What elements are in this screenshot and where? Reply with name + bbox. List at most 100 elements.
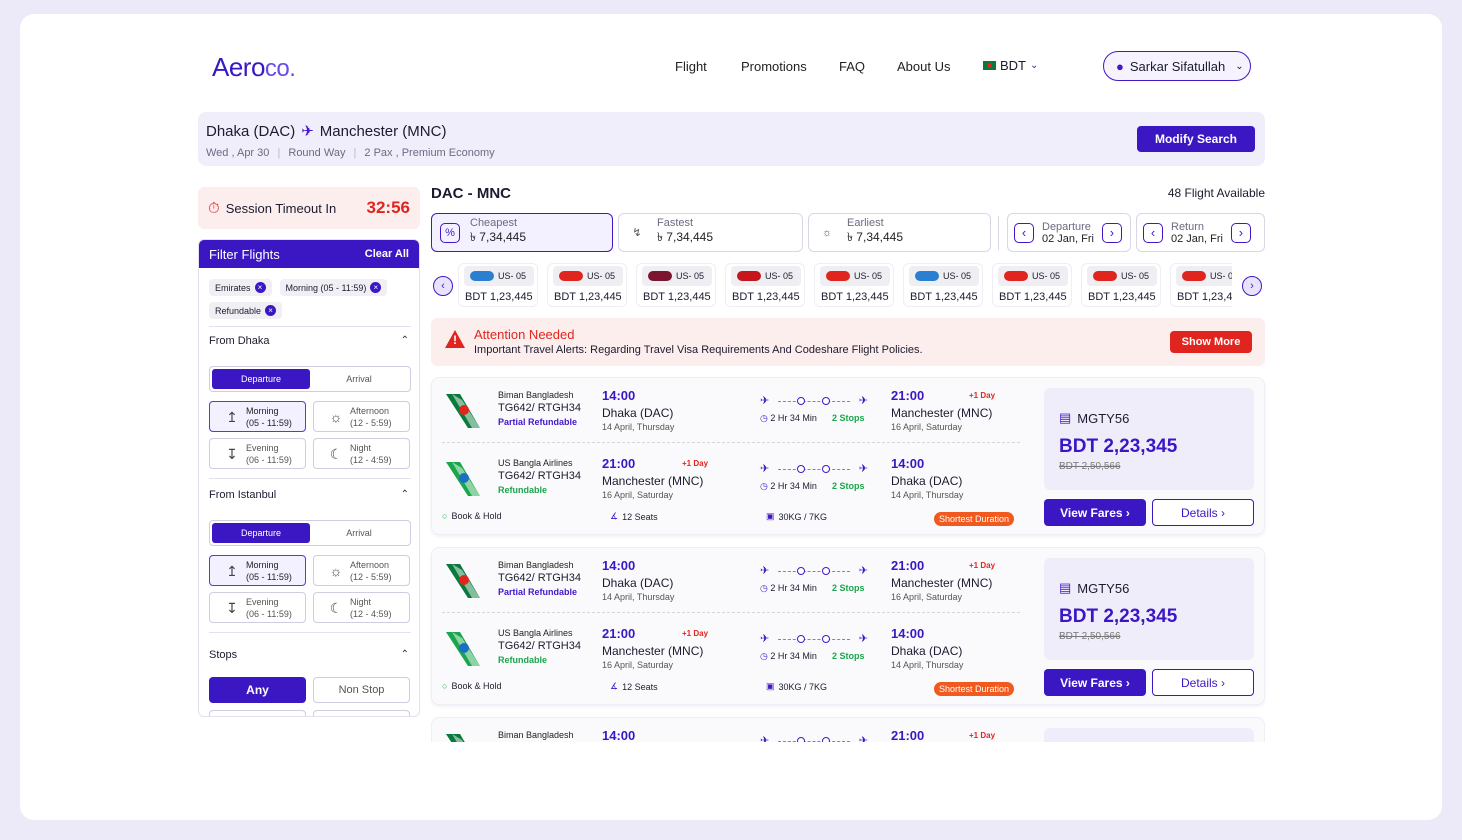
- slot-range: (05 - 11:59): [246, 571, 292, 582]
- airline-logo-icon: [559, 271, 583, 281]
- slot-afternoon[interactable]: ☼ Afternoon (12 - 5:59): [313, 401, 410, 432]
- slot-range: (06 - 11:59): [246, 608, 292, 619]
- airline-price-card[interactable]: US- 05 BDT 1,23,445: [903, 263, 983, 307]
- button-label: View Fares: [1060, 505, 1123, 520]
- filter-chip[interactable]: Emirates ×: [209, 279, 272, 296]
- takeoff-icon: ✈: [760, 565, 770, 577]
- nav-faq[interactable]: FAQ: [839, 59, 865, 74]
- sort-fastest[interactable]: ↯ Fastest ৳ 7,34,445: [618, 213, 803, 252]
- plus-day-badge: +1 Day: [969, 561, 996, 570]
- section-from-istanbul[interactable]: From Istanbul ⌃: [209, 489, 409, 501]
- airline-tag: US- 05: [1087, 266, 1157, 286]
- flight-leg: Biman Bangladesh TG642/ RTGH34 Partial Ref…: [432, 552, 1032, 614]
- currency-selector[interactable]: BDT ⌄: [983, 58, 1038, 73]
- airline-price-strip: US- 05 BDT 1,23,445 US- 05 BDT 1,23,445 US- …: [458, 263, 1232, 309]
- sort-label: Fastest: [657, 216, 694, 229]
- section-from-dhaka[interactable]: From Dhaka ⌃: [209, 335, 409, 347]
- date-label: Return: [1171, 220, 1205, 233]
- slot-morning[interactable]: ↥ Morning (05 - 11:59): [209, 555, 306, 586]
- airline-price-card[interactable]: US- 05 BDT 1,23,445: [1170, 263, 1232, 307]
- airline-price-card[interactable]: US- 05 BDT 1,23,445: [725, 263, 805, 307]
- arrival-tab[interactable]: Arrival: [310, 369, 408, 389]
- details-button[interactable]: Details ›: [1152, 499, 1254, 526]
- chevron-left-icon[interactable]: ‹: [1143, 222, 1163, 243]
- nav-about-us[interactable]: About Us: [897, 59, 950, 74]
- logo[interactable]: Aeroco.: [212, 52, 296, 83]
- sort-earliest[interactable]: ☼ Earliest ৳ 7,34,445: [808, 213, 991, 252]
- slot-evening[interactable]: ↧ Evening (06 - 11:59): [209, 592, 306, 623]
- show-more-button[interactable]: Show More: [1170, 331, 1252, 353]
- close-icon[interactable]: ×: [265, 305, 277, 316]
- view-fares-button[interactable]: View Fares ›: [1044, 499, 1146, 526]
- airline-tag: US- 05: [820, 266, 890, 286]
- stops-option[interactable]: [209, 710, 306, 716]
- slot-morning[interactable]: ↥ Morning (05 - 11:59): [209, 401, 306, 432]
- flight-card[interactable]: Biman Bangladesh TG642/ RTGH34 Partial Ref…: [431, 547, 1265, 705]
- airline-price-card[interactable]: US- 05 BDT 1,23,445: [992, 263, 1072, 307]
- slot-evening[interactable]: ↧ Evening (06 - 11:59): [209, 438, 306, 469]
- strip-prev-button[interactable]: ‹: [433, 276, 453, 296]
- flight-code: TG642/ RTGH34: [498, 640, 581, 652]
- flight-code: TG642/ RTGH34: [498, 402, 581, 414]
- trip-type: Round Way: [288, 147, 346, 159]
- strip-next-button[interactable]: ›: [1242, 276, 1262, 296]
- modify-search-button[interactable]: Modify Search: [1137, 126, 1255, 152]
- chevron-up-icon: ⌃: [400, 649, 409, 660]
- slot-night[interactable]: ☾ Night (12 - 4:59): [313, 438, 410, 469]
- stops-any-button[interactable]: Any: [209, 677, 306, 703]
- pax-class: 2 Pax , Premium Economy: [364, 147, 495, 159]
- chevron-right-icon: ›: [1221, 505, 1226, 520]
- circle-icon: ○: [442, 511, 448, 521]
- slot-afternoon[interactable]: ☼ Afternoon (12 - 5:59): [313, 555, 410, 586]
- departure-tab[interactable]: Departure: [212, 523, 310, 543]
- chevron-left-icon[interactable]: ‹: [1014, 222, 1034, 243]
- seats-info: ∡ 12 Seats: [610, 511, 658, 522]
- clear-all-button[interactable]: Clear All: [365, 248, 409, 260]
- nav-flight[interactable]: Flight: [675, 59, 707, 74]
- stops-option[interactable]: [313, 710, 410, 716]
- arrival-city: Dhaka (DAC): [891, 644, 963, 658]
- airline-price-card[interactable]: US- 05 BDT 1,23,445: [814, 263, 894, 307]
- section-title: Stops: [209, 649, 238, 661]
- sort-cheapest[interactable]: % Cheapest ৳ 7,34,445: [431, 213, 613, 252]
- seat-icon: ∡: [610, 511, 619, 521]
- user-menu-button[interactable]: ● Sarkar Sifatullah ⌄: [1103, 51, 1251, 81]
- airline-price-card[interactable]: US- 05 BDT 1,23,445: [636, 263, 716, 307]
- istanbul-direction-toggle: Departure Arrival: [209, 520, 411, 546]
- airline-price-card[interactable]: US- 05 BDT 1,23,445: [458, 263, 538, 307]
- airline-code: US- 05: [675, 271, 704, 281]
- stops-nonstop-button[interactable]: Non Stop: [313, 677, 410, 703]
- clock-icon: ◷: [760, 413, 768, 423]
- price-box: ▤ MGTY56 BDT 2,23,345 BDT 2,50,566: [1044, 558, 1254, 660]
- close-icon[interactable]: ×: [370, 282, 382, 293]
- stop-dot: [797, 465, 805, 473]
- close-icon[interactable]: ×: [254, 282, 266, 293]
- alert-title: Attention Needed: [474, 327, 575, 342]
- view-fares-button[interactable]: View Fares ›: [1044, 669, 1146, 696]
- chevron-right-icon[interactable]: ›: [1101, 222, 1122, 243]
- section-stops[interactable]: Stops ⌃: [209, 649, 409, 661]
- filter-chip[interactable]: Morning (05 - 11:59) ×: [279, 279, 388, 296]
- filter-chip[interactable]: Refundable ×: [209, 302, 283, 319]
- arrival-tab[interactable]: Arrival: [310, 523, 408, 543]
- nav-promotions[interactable]: Promotions: [741, 59, 807, 74]
- airline-tail-icon: [446, 632, 480, 666]
- airline-price-card[interactable]: US- 05 BDT 1,23,445: [547, 263, 627, 307]
- airline-logo-icon: [1093, 271, 1117, 281]
- airline-price-card[interactable]: US- 05 BDT 1,23,445: [1081, 263, 1161, 307]
- airline-code: US- 05: [1120, 271, 1149, 281]
- sun-icon: ☼: [329, 562, 343, 579]
- slot-night[interactable]: ☾ Night (12 - 4:59): [313, 592, 410, 623]
- chevron-right-icon[interactable]: ›: [1230, 222, 1251, 243]
- destination: Manchester (MNC): [319, 122, 447, 140]
- details-button[interactable]: Details ›: [1152, 669, 1254, 696]
- search-details: Wed , Apr 30 | Round Way | 2 Pax , Premi…: [206, 147, 495, 159]
- divider: [209, 478, 411, 479]
- stops-count: 2 Stops: [832, 651, 865, 661]
- results-route: DAC - MNC: [431, 185, 511, 202]
- flight-card[interactable]: Biman Bangladesh TG642/ RTGH34 Partial Ref…: [431, 377, 1265, 535]
- sunrise-icon: ↥: [226, 562, 238, 579]
- route-line: [778, 571, 850, 572]
- plus-day-badge: +1 Day: [682, 459, 709, 468]
- departure-tab[interactable]: Departure: [212, 369, 310, 389]
